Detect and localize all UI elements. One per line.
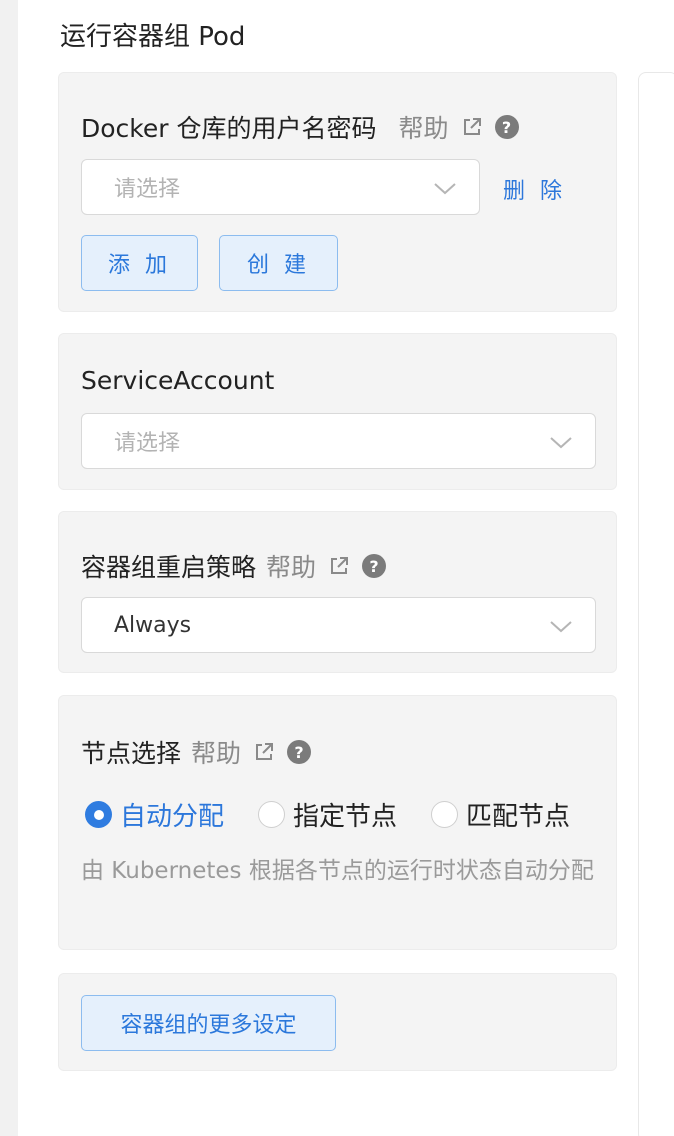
service-account-label: ServiceAccount bbox=[81, 366, 275, 395]
question-icon[interactable]: ? bbox=[287, 740, 312, 764]
chevron-down-icon bbox=[434, 183, 456, 195]
radio-specify-node[interactable]: 指定节点 bbox=[258, 796, 397, 833]
node-selection-radio-group: 自动分配 指定节点 匹配节点 bbox=[85, 796, 570, 833]
restart-policy-card: 容器组重启策略 帮助 ? Always bbox=[58, 511, 617, 673]
radio-unchecked-icon bbox=[431, 801, 459, 828]
radio-match-node-label: 匹配节点 bbox=[466, 802, 571, 832]
radio-match-node[interactable]: 匹配节点 bbox=[431, 796, 570, 833]
create-button[interactable]: 创 建 bbox=[219, 235, 338, 291]
radio-unchecked-icon bbox=[258, 801, 286, 828]
restart-policy-value: Always bbox=[114, 612, 192, 638]
restart-policy-label: 容器组重启策略 bbox=[81, 553, 257, 582]
external-link-icon[interactable] bbox=[328, 555, 350, 577]
restart-policy-select[interactable]: Always bbox=[81, 597, 596, 653]
node-selection-help-link[interactable]: 帮助 bbox=[191, 734, 241, 770]
more-settings-button[interactable]: 容器组的更多设定 bbox=[81, 995, 336, 1051]
section-title: 运行容器组 Pod bbox=[60, 22, 246, 52]
external-link-icon[interactable] bbox=[253, 741, 275, 763]
question-icon[interactable]: ? bbox=[494, 115, 519, 139]
right-panel bbox=[638, 72, 674, 1136]
radio-checked-icon bbox=[85, 801, 112, 828]
node-selection-label-row: 节点选择 帮助 ? bbox=[81, 734, 312, 770]
docker-secret-label: Docker 仓库的用户名密码 bbox=[81, 114, 377, 143]
chevron-down-icon bbox=[550, 437, 572, 449]
restart-policy-label-row: 容器组重启策略 帮助 ? bbox=[81, 548, 387, 584]
node-selection-label: 节点选择 bbox=[81, 739, 182, 768]
node-selection-card: 节点选择 帮助 ? 自动分配 指定节点 匹配节点 由 Kubernetes 根据… bbox=[58, 695, 617, 950]
node-selection-description: 由 Kubernetes 根据各节点的运行时状态自动分配 bbox=[81, 858, 594, 884]
radio-auto-assign-label: 自动分配 bbox=[120, 802, 225, 832]
delete-button[interactable]: 删 除 bbox=[503, 173, 566, 205]
service-account-card: ServiceAccount 请选择 bbox=[58, 333, 617, 490]
docker-secret-select[interactable]: 请选择 bbox=[81, 159, 480, 215]
more-settings-card: 容器组的更多设定 bbox=[58, 973, 617, 1071]
docker-secret-card: Docker 仓库的用户名密码 帮助 ? 请选择 删 除 添 加 创 建 bbox=[58, 72, 617, 312]
service-account-label-row: ServiceAccount bbox=[81, 366, 274, 395]
docker-secret-label-row: Docker 仓库的用户名密码 帮助 ? bbox=[81, 109, 519, 145]
chevron-down-icon bbox=[550, 621, 572, 633]
docker-secret-select-placeholder: 请选择 bbox=[114, 177, 181, 202]
restart-policy-help-link[interactable]: 帮助 bbox=[266, 548, 316, 584]
docker-secret-help-link[interactable]: 帮助 bbox=[398, 109, 448, 145]
service-account-select[interactable]: 请选择 bbox=[81, 413, 596, 469]
add-button[interactable]: 添 加 bbox=[81, 235, 198, 291]
radio-auto-assign[interactable]: 自动分配 bbox=[85, 796, 224, 833]
radio-specify-node-label: 指定节点 bbox=[293, 802, 398, 832]
service-account-select-placeholder: 请选择 bbox=[114, 431, 181, 456]
external-link-icon[interactable] bbox=[461, 116, 483, 138]
question-icon[interactable]: ? bbox=[362, 554, 387, 578]
